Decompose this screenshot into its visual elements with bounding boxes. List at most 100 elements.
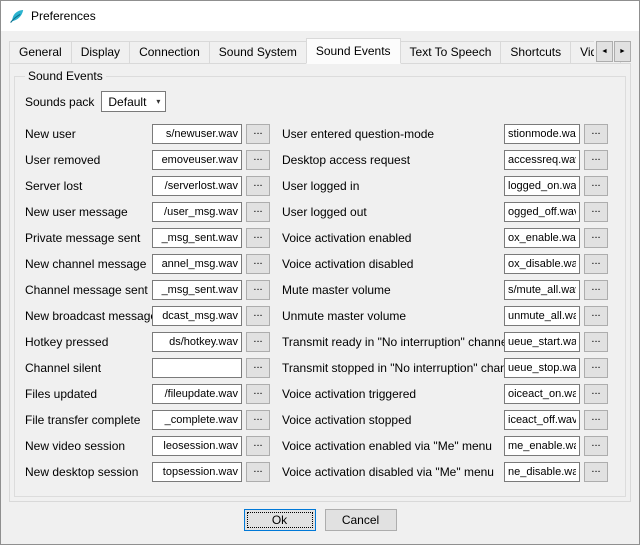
dialog-footer: Ok Cancel bbox=[1, 502, 639, 544]
tab-general[interactable]: General bbox=[9, 41, 72, 64]
sounds-pack-label: Sounds pack bbox=[25, 95, 94, 109]
sound-event-row: Voice activation stopped... bbox=[282, 410, 608, 430]
browse-button[interactable]: ... bbox=[246, 410, 270, 430]
sound-file-input[interactable] bbox=[504, 410, 580, 430]
sound-event-row: File transfer complete... bbox=[25, 410, 270, 430]
browse-button[interactable]: ... bbox=[246, 384, 270, 404]
sound-file-input[interactable] bbox=[152, 254, 242, 274]
titlebar[interactable]: Preferences bbox=[1, 1, 639, 31]
browse-button[interactable]: ... bbox=[584, 462, 608, 482]
tab-connection[interactable]: Connection bbox=[129, 41, 210, 64]
browse-button[interactable]: ... bbox=[584, 358, 608, 378]
tab-shortcuts[interactable]: Shortcuts bbox=[500, 41, 571, 64]
sound-file-input[interactable] bbox=[152, 150, 242, 170]
browse-button[interactable]: ... bbox=[584, 436, 608, 456]
sound-file-input[interactable] bbox=[504, 462, 580, 482]
browse-button[interactable]: ... bbox=[584, 176, 608, 196]
sound-file-input[interactable] bbox=[152, 462, 242, 482]
sound-event-row: New user message... bbox=[25, 202, 270, 222]
tab-display[interactable]: Display bbox=[71, 41, 130, 64]
sound-file-input[interactable] bbox=[152, 436, 242, 456]
sound-file-input[interactable] bbox=[504, 358, 580, 378]
browse-button[interactable]: ... bbox=[246, 124, 270, 144]
sound-file-input[interactable] bbox=[152, 332, 242, 352]
browse-button[interactable]: ... bbox=[584, 254, 608, 274]
browse-button[interactable]: ... bbox=[246, 150, 270, 170]
sound-event-row: Voice activation enabled via "Me" menu..… bbox=[282, 436, 608, 456]
sound-event-label: User removed bbox=[25, 153, 152, 167]
sound-file-input[interactable] bbox=[504, 202, 580, 222]
browse-button[interactable]: ... bbox=[246, 254, 270, 274]
app-icon bbox=[9, 8, 25, 24]
chevron-down-icon: ▾ bbox=[156, 97, 160, 106]
tab-scroll-right-button[interactable]: ► bbox=[614, 41, 631, 62]
sound-event-row: Hotkey pressed... bbox=[25, 332, 270, 352]
browse-button[interactable]: ... bbox=[584, 306, 608, 326]
browse-button[interactable]: ... bbox=[584, 384, 608, 404]
tab-page-sound-events: Sound Events Sounds pack Default ▾ New u… bbox=[9, 63, 631, 502]
sound-file-input[interactable] bbox=[504, 332, 580, 352]
browse-button[interactable]: ... bbox=[584, 150, 608, 170]
sound-file-input[interactable] bbox=[152, 410, 242, 430]
sound-file-input[interactable] bbox=[504, 124, 580, 144]
tab-scroll-right-icon: ► bbox=[619, 48, 626, 55]
sound-file-input[interactable] bbox=[504, 384, 580, 404]
sound-event-label: Server lost bbox=[25, 179, 152, 193]
browse-button[interactable]: ... bbox=[584, 124, 608, 144]
browse-button[interactable]: ... bbox=[246, 228, 270, 248]
browse-button[interactable]: ... bbox=[246, 202, 270, 222]
sound-event-row: Voice activation disabled via "Me" menu.… bbox=[282, 462, 608, 482]
sound-file-input[interactable] bbox=[504, 306, 580, 326]
browse-button[interactable]: ... bbox=[246, 306, 270, 326]
sound-event-row: User logged in... bbox=[282, 176, 608, 196]
sound-file-input[interactable] bbox=[504, 254, 580, 274]
sound-file-input[interactable] bbox=[152, 202, 242, 222]
sound-event-label: Voice activation stopped bbox=[282, 413, 504, 427]
tab-list: GeneralDisplayConnectionSound SystemSoun… bbox=[9, 38, 620, 63]
sound-event-row: User entered question-mode... bbox=[282, 124, 608, 144]
sound-file-input[interactable] bbox=[504, 176, 580, 196]
sounds-pack-select[interactable]: Default ▾ bbox=[101, 91, 166, 112]
sound-file-input[interactable] bbox=[152, 306, 242, 326]
browse-button[interactable]: ... bbox=[246, 280, 270, 300]
browse-button[interactable]: ... bbox=[584, 228, 608, 248]
sound-file-input[interactable] bbox=[152, 280, 242, 300]
sound-event-row: Private message sent... bbox=[25, 228, 270, 248]
sound-file-input[interactable] bbox=[504, 280, 580, 300]
tab-sound-system[interactable]: Sound System bbox=[209, 41, 307, 64]
sound-event-row: New channel message... bbox=[25, 254, 270, 274]
browse-button[interactable]: ... bbox=[584, 332, 608, 352]
sound-file-input[interactable] bbox=[504, 228, 580, 248]
sound-file-input[interactable] bbox=[152, 124, 242, 144]
browse-button[interactable]: ... bbox=[246, 176, 270, 196]
tab-scroll-left-button[interactable]: ◄ bbox=[596, 41, 613, 62]
browse-button[interactable]: ... bbox=[584, 202, 608, 222]
tab-scroll-left-icon: ◄ bbox=[601, 48, 608, 55]
sounds-pack-value: Default bbox=[108, 95, 146, 109]
sound-file-input[interactable] bbox=[152, 384, 242, 404]
sound-file-input[interactable] bbox=[504, 150, 580, 170]
tab-sound-events[interactable]: Sound Events bbox=[306, 38, 401, 64]
sound-event-row: Desktop access request... bbox=[282, 150, 608, 170]
browse-button[interactable]: ... bbox=[246, 462, 270, 482]
sound-file-input[interactable] bbox=[152, 176, 242, 196]
tab-text-to-speech[interactable]: Text To Speech bbox=[400, 41, 502, 64]
sound-event-label: New user message bbox=[25, 205, 152, 219]
cancel-button[interactable]: Cancel bbox=[325, 509, 397, 531]
sound-event-label: Transmit ready in "No interruption" chan… bbox=[282, 335, 504, 349]
tab-bar: GeneralDisplayConnectionSound SystemSoun… bbox=[9, 38, 631, 63]
browse-button[interactable]: ... bbox=[584, 280, 608, 300]
browse-button[interactable]: ... bbox=[584, 410, 608, 430]
sounds-pack-row: Sounds pack Default ▾ bbox=[25, 91, 617, 112]
sound-event-row: Voice activation triggered... bbox=[282, 384, 608, 404]
browse-button[interactable]: ... bbox=[246, 436, 270, 456]
sound-file-input[interactable] bbox=[152, 228, 242, 248]
ok-button[interactable]: Ok bbox=[244, 509, 316, 531]
browse-button[interactable]: ... bbox=[246, 332, 270, 352]
sound-file-input[interactable] bbox=[504, 436, 580, 456]
sound-event-row: User logged out... bbox=[282, 202, 608, 222]
browse-button[interactable]: ... bbox=[246, 358, 270, 378]
sound-event-label: Mute master volume bbox=[282, 283, 504, 297]
sound-file-input[interactable] bbox=[152, 358, 242, 378]
sound-event-label: Voice activation disabled bbox=[282, 257, 504, 271]
